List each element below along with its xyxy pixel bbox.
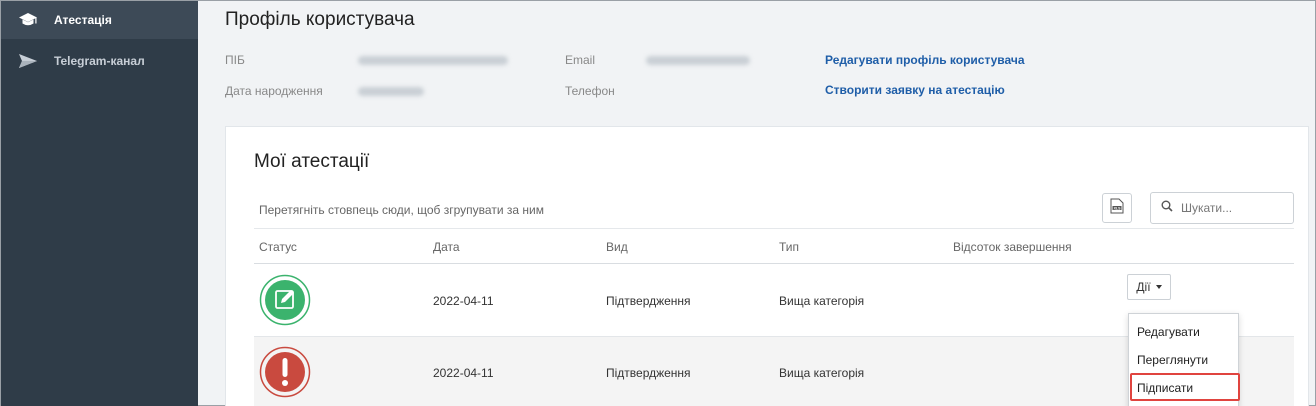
actions-label: Дії — [1136, 280, 1151, 294]
search-input[interactable] — [1181, 201, 1281, 215]
date-cell: 2022-04-11 — [433, 366, 494, 380]
sidebar-item-label: Telegram-канал — [54, 54, 145, 68]
name-label: ПІБ — [225, 53, 245, 67]
sidebar: Атестація Telegram-канал — [1, 1, 198, 406]
menu-item-edit[interactable]: Редагувати — [1137, 325, 1200, 339]
table-header: Статус Дата Вид Тип Відсоток завершення — [254, 230, 1294, 264]
svg-text:XLS: XLS — [1114, 206, 1121, 210]
actions-menu: Редагувати Переглянути Підписати — [1128, 313, 1240, 406]
search-icon — [1161, 199, 1173, 217]
sidebar-item-attestation[interactable]: Атестація — [1, 1, 198, 39]
email-label: Email — [565, 53, 596, 67]
edit-status-icon — [259, 274, 311, 326]
group-panel[interactable]: Перетягніть стовпець сюди, щоб згрупуват… — [254, 191, 1294, 229]
sidebar-item-label: Атестація — [54, 13, 112, 27]
phone-label: Телефон — [565, 84, 615, 98]
kind-cell: Підтвердження — [606, 294, 691, 308]
search-box[interactable] — [1150, 192, 1294, 224]
group-hint: Перетягніть стовпець сюди, щоб згрупуват… — [259, 203, 544, 217]
caret-down-icon — [1155, 285, 1162, 289]
type-cell: Вища категорія — [779, 366, 865, 380]
attestations-title: Мої атестації — [254, 151, 370, 172]
excel-export-button[interactable]: XLS — [1102, 193, 1132, 223]
warning-status-icon — [259, 346, 311, 398]
page-title: Профіль користувача — [225, 9, 415, 30]
birth-date-label: Дата народження — [225, 84, 323, 98]
column-header-percent[interactable]: Відсоток завершення — [953, 240, 1072, 254]
excel-export-icon: XLS — [1110, 198, 1124, 219]
name-value-redacted — [358, 56, 508, 65]
paper-plane-icon — [17, 52, 39, 70]
column-header-date[interactable]: Дата — [433, 240, 460, 254]
actions-dropdown-button[interactable]: Дії — [1127, 274, 1171, 300]
highlight-box — [1130, 373, 1240, 401]
create-request-link[interactable]: Створити заявку на атестацію — [825, 83, 1005, 97]
column-header-type[interactable]: Тип — [779, 240, 799, 254]
attestations-card: Мої атестації Перетягніть стовпець сюди,… — [225, 126, 1309, 406]
menu-item-view[interactable]: Переглянути — [1137, 353, 1208, 367]
graduation-cap-icon — [17, 11, 39, 29]
kind-cell: Підтвердження — [606, 366, 691, 380]
column-header-status[interactable]: Статус — [259, 240, 297, 254]
date-cell: 2022-04-11 — [433, 294, 494, 308]
edit-profile-link[interactable]: Редагувати профіль користувача — [825, 53, 1025, 67]
email-value-redacted — [646, 56, 750, 65]
sidebar-item-telegram[interactable]: Telegram-канал — [1, 42, 198, 80]
column-header-kind[interactable]: Вид — [606, 240, 628, 254]
type-cell: Вища категорія — [779, 294, 865, 308]
birth-date-value-redacted — [358, 87, 424, 96]
main-content: Профіль користувача ПІБ Дата народження … — [198, 1, 1315, 406]
